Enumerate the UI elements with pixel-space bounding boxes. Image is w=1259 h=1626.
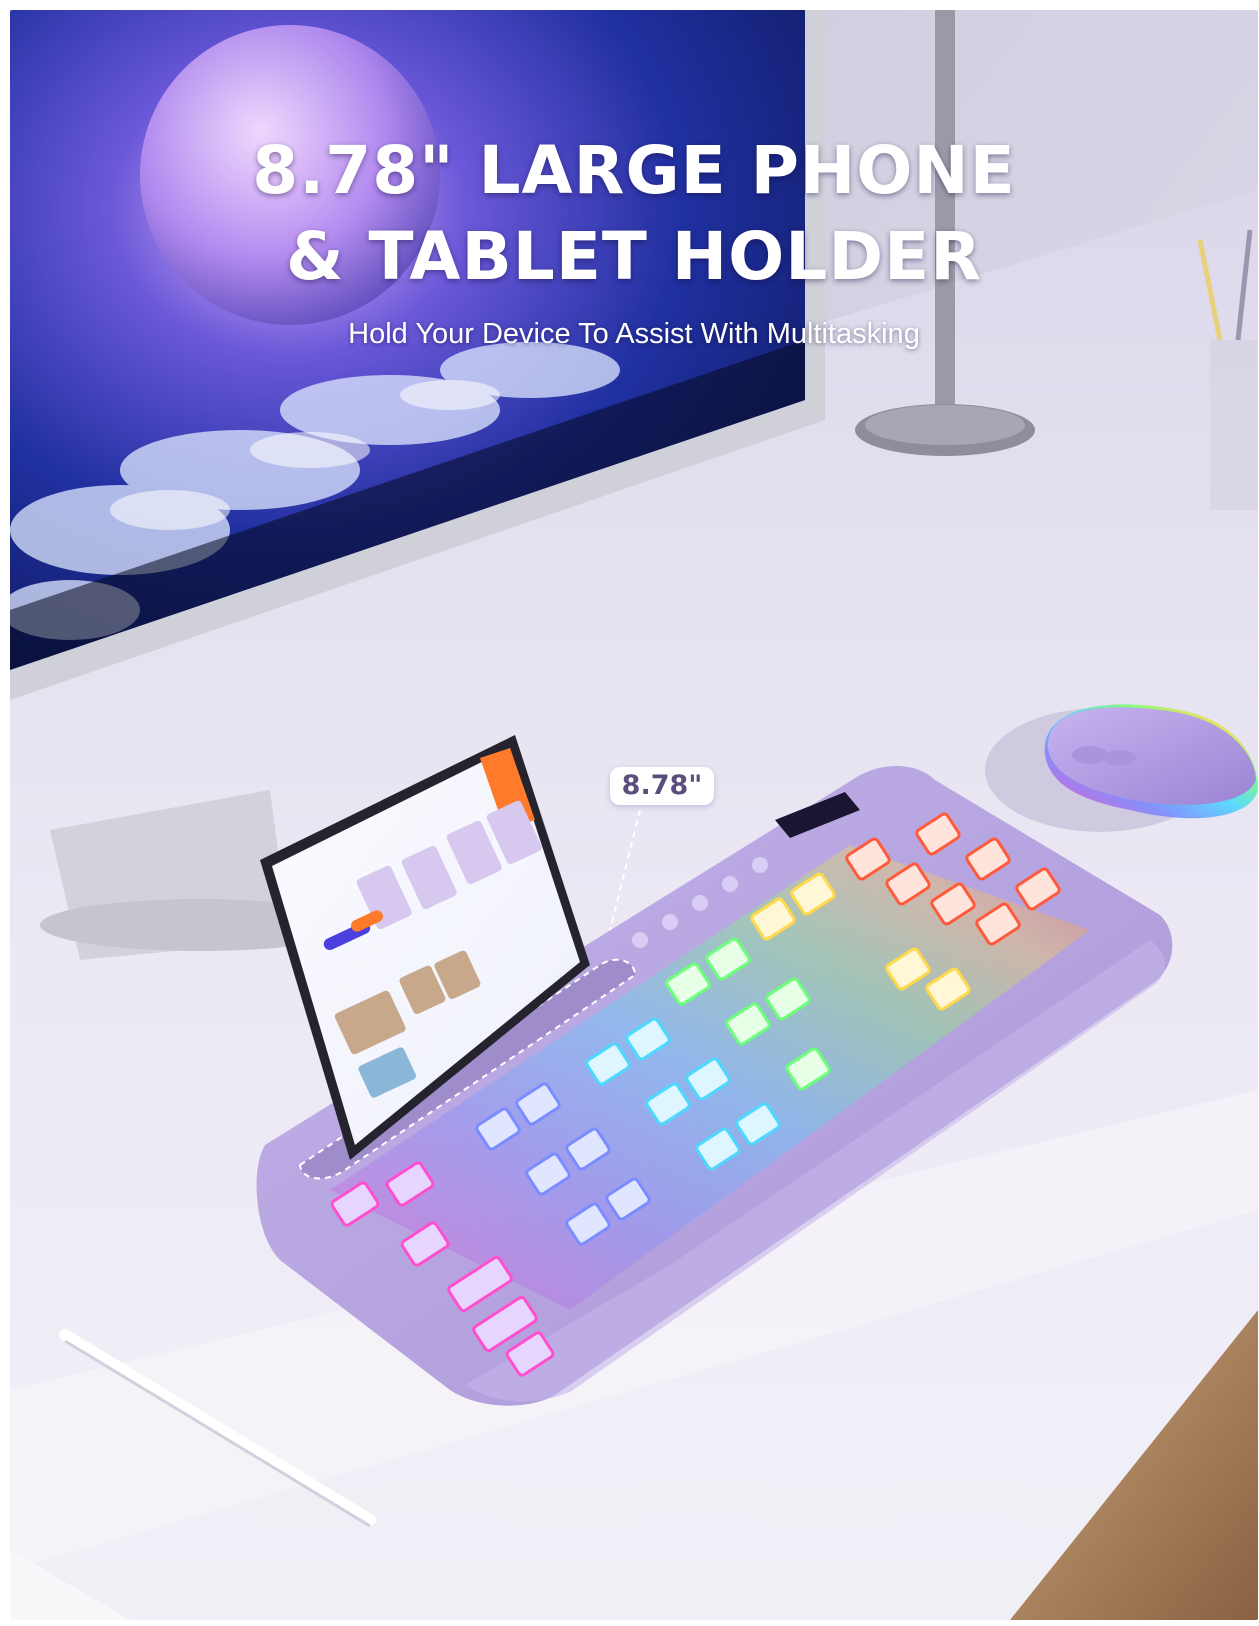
size-callout-badge: 8.78": [610, 767, 714, 805]
headline-line-2: & TABLET HOLDER: [285, 218, 983, 295]
headline-subtitle: Hold Your Device To Assist With Multitas…: [348, 318, 920, 350]
product-photo: 8.78" LARGE PHONE & TABLET HOLDER Hold Y…: [10, 10, 1258, 1620]
headline-line-1: 8.78" LARGE PHONE: [252, 132, 1016, 209]
